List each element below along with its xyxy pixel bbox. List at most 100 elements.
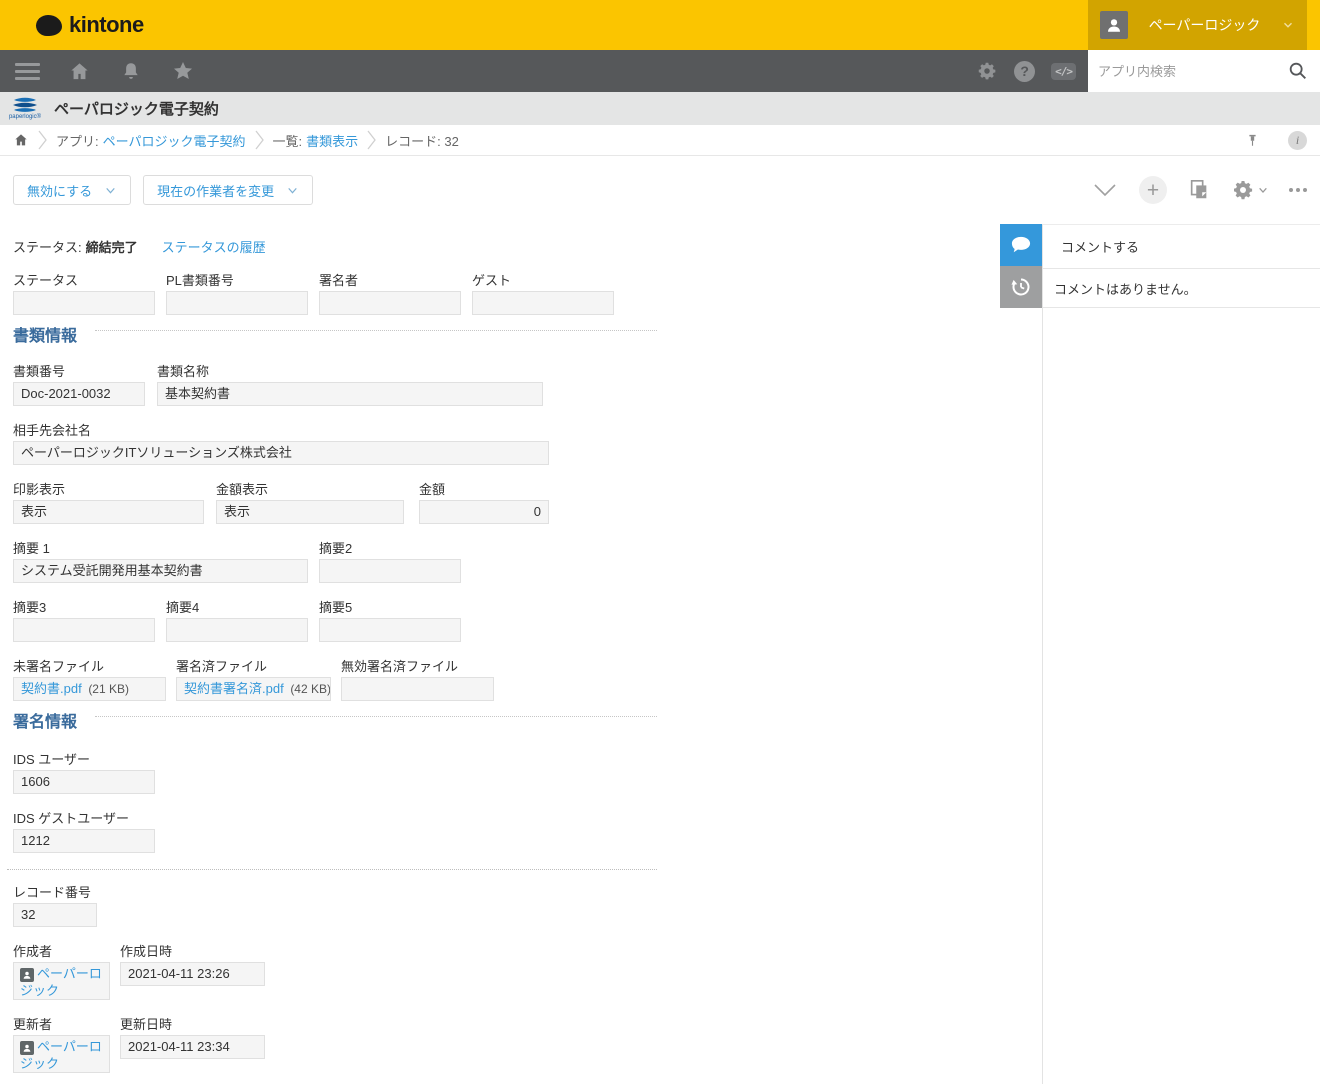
add-record-button[interactable]: + (1139, 176, 1167, 204)
settings-gear-icon[interactable] (976, 60, 998, 82)
chevron-down-icon (1258, 185, 1268, 195)
help-icon[interactable]: ? (1014, 61, 1035, 82)
field-summary4: 摘要4 (166, 597, 308, 642)
field-unsigned-file: 未署名ファイル 契約書.pdf (21 KB) (13, 656, 166, 701)
section-sign-info: 署名情報 (13, 713, 657, 733)
home-icon[interactable] (60, 50, 98, 92)
side-tabs (1000, 224, 1042, 308)
search-input[interactable] (1088, 50, 1276, 92)
field-signer-value (319, 291, 461, 315)
field-status: ステータス (13, 270, 155, 315)
change-assignee-button[interactable]: 現在の作業者を変更 (143, 175, 313, 205)
field-record-no: レコード番号 32 (13, 882, 97, 927)
kintone-logo[interactable]: kintone (36, 12, 144, 38)
history-clock-icon (1009, 275, 1033, 299)
breadcrumb-view-label: 一覧: (273, 131, 303, 150)
breadcrumb-separator-icon (38, 129, 47, 151)
comment-panel: コメントする コメントはありません。 (1042, 224, 1320, 1084)
field-summary1-value: システム受託開発用基本契約書 (13, 559, 308, 583)
field-partner-company-value: ペーパーロジックITソリューションズ株式会社 (13, 441, 549, 465)
field-partner-company: 相手先会社名 ペーパーロジックITソリューションズ株式会社 (13, 420, 549, 465)
chevron-down-icon (104, 184, 117, 197)
favorites-star-icon[interactable] (164, 50, 202, 92)
global-nav-bar: ? </> (0, 50, 1320, 92)
field-summary2-value (319, 559, 461, 583)
more-options-button[interactable] (1289, 188, 1307, 192)
collapse-chevron-icon[interactable] (1092, 182, 1118, 198)
record-form: ステータス: 締結完了 ステータスの履歴 ステータス PL書類番号 署名者 (0, 224, 1042, 1084)
record-settings-button[interactable] (1231, 178, 1268, 202)
add-comment-link[interactable]: コメントする (1061, 237, 1139, 256)
field-amount-value: 0 (419, 500, 549, 524)
field-guest-value (472, 291, 614, 315)
field-seal-display: 印影表示 表示 (13, 479, 204, 524)
record-body: ステータス: 締結完了 ステータスの履歴 ステータス PL書類番号 署名者 (0, 224, 1320, 1084)
breadcrumb-app-label: アプリ: (56, 131, 99, 150)
tab-change-history[interactable] (1000, 266, 1042, 308)
field-doc-title-value: 基本契約書 (157, 382, 543, 406)
code-api-icon[interactable]: </> (1051, 63, 1076, 80)
app-title: ペーパロジック電子契約 (54, 98, 219, 119)
field-updated-at: 更新日時 2021-04-11 23:34 (120, 1014, 265, 1073)
field-created-at: 作成日時 2021-04-11 23:26 (120, 941, 265, 1000)
paperlogic-logo-caption: paperlogic® (9, 114, 41, 120)
user-avatar-icon (20, 1041, 34, 1055)
menu-hamburger-icon[interactable] (8, 50, 46, 92)
field-ids-guest-user: IDS ゲストユーザー 1212 (13, 808, 155, 853)
signed-file-size: (42 KB) (290, 682, 331, 696)
field-amount-display-value: 表示 (216, 500, 404, 524)
section-divider (95, 716, 657, 717)
field-ids-user-value: 1606 (13, 770, 155, 794)
top-bar: kintone ペーパーロジック (0, 0, 1320, 50)
field-status-value (13, 291, 155, 315)
breadcrumb-home-icon[interactable] (13, 132, 29, 148)
field-created-by: 作成者 ペーパーロジック (13, 941, 110, 1000)
paperlogic-logo: paperlogic® (2, 97, 48, 120)
disable-record-button[interactable]: 無効にする (13, 175, 131, 205)
comments-empty-message: コメントはありません。 (1054, 279, 1197, 298)
field-summary1: 摘要 1 システム受託開発用基本契約書 (13, 538, 308, 583)
chevron-down-icon (286, 184, 299, 197)
field-doc-no: 書類番号 Doc-2021-0032 (13, 361, 145, 406)
notifications-bell-icon[interactable] (112, 50, 150, 92)
unsigned-file-size: (21 KB) (88, 682, 129, 696)
unsigned-file-link[interactable]: 契約書.pdf (21, 681, 82, 696)
status-value: 締結完了 (86, 237, 138, 256)
chevron-down-icon (1281, 18, 1295, 32)
duplicate-record-icon[interactable] (1188, 178, 1210, 202)
field-seal-display-value: 表示 (13, 500, 204, 524)
field-signed-file: 署名済ファイル 契約書署名済.pdf (42 KB) (176, 656, 331, 701)
kintone-record-page: kintone ペーパーロジック (0, 0, 1320, 1085)
gear-icon (1231, 178, 1255, 202)
signed-file-link[interactable]: 契約書署名済.pdf (184, 681, 284, 696)
breadcrumb-app-link[interactable]: ペーパロジック電子契約 (103, 131, 246, 150)
breadcrumb-view-link[interactable]: 書類表示 (306, 131, 358, 150)
user-name: ペーパーロジック (1128, 15, 1281, 35)
field-summary3: 摘要3 (13, 597, 155, 642)
field-summary5-value (319, 618, 461, 642)
field-ids-user: IDS ユーザー 1606 (13, 749, 155, 794)
tab-comments[interactable] (1000, 224, 1042, 266)
field-amount-display: 金額表示 表示 (216, 479, 404, 524)
form-divider (7, 869, 657, 870)
user-avatar-icon (1100, 11, 1128, 39)
field-summary3-value (13, 618, 155, 642)
field-created-at-value: 2021-04-11 23:26 (120, 962, 265, 986)
info-icon[interactable]: i (1288, 131, 1307, 150)
field-summary4-value (166, 618, 308, 642)
app-search-box (1088, 50, 1320, 92)
breadcrumb-separator-icon (367, 129, 376, 151)
user-menu[interactable]: ペーパーロジック (1088, 0, 1307, 50)
field-updated-by: 更新者 ペーパーロジック (13, 1014, 110, 1073)
field-guest: ゲスト (472, 270, 614, 315)
kintone-cloud-icon (36, 15, 62, 36)
search-icon[interactable] (1276, 50, 1320, 92)
field-summary5: 摘要5 (319, 597, 461, 642)
field-pl-doc-no-value (166, 291, 308, 315)
comments-empty-row: コメントはありません。 (1043, 269, 1320, 308)
app-header-bar: paperlogic® ペーパロジック電子契約 (0, 92, 1320, 125)
pin-icon[interactable] (1245, 133, 1260, 148)
field-doc-title: 書類名称 基本契約書 (157, 361, 543, 406)
status-history-link[interactable]: ステータスの履歴 (162, 237, 266, 256)
field-record-no-value: 32 (13, 903, 97, 927)
